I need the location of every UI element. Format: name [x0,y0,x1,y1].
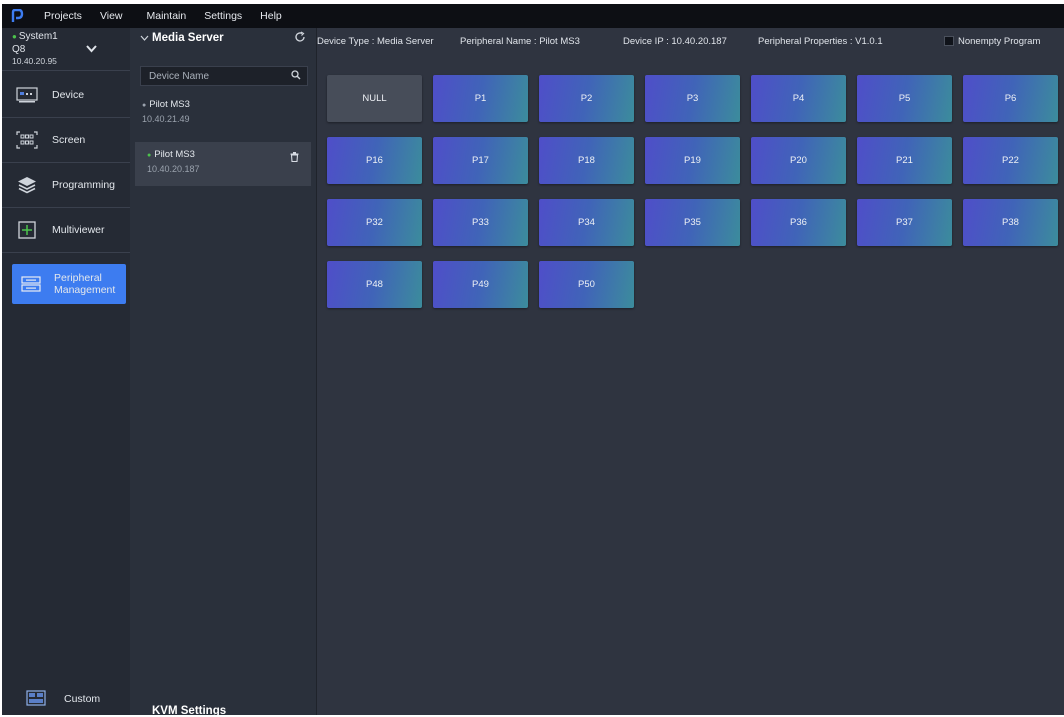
search-box [140,66,308,86]
program-tile[interactable]: P33 [433,199,528,246]
trash-icon[interactable] [290,152,299,165]
program-tile[interactable]: P34 [539,199,634,246]
custom-label: Custom [64,693,101,705]
custom-icon [26,689,46,709]
menu-projects[interactable]: Projects [44,10,82,22]
device-type-info: Device Type : Media Server [317,36,434,47]
nonempty-program-checkbox[interactable] [944,36,954,46]
program-tile[interactable]: P38 [963,199,1058,246]
program-tile[interactable]: P17 [433,137,528,184]
program-tile[interactable]: P1 [433,75,528,122]
chevron-down-icon[interactable] [86,42,97,56]
program-tile[interactable]: P32 [327,199,422,246]
nav-item-peripheral-management[interactable]: Peripheral Management [12,264,126,304]
program-tile[interactable]: P49 [433,261,528,308]
program-tile[interactable]: P21 [857,137,952,184]
device-list-item-selected[interactable]: ● Pilot MS3 10.40.20.187 [135,142,311,186]
nav-item-multiviewer[interactable]: Multiviewer [2,208,130,253]
menu-maintain[interactable]: Maintain [147,10,187,22]
program-tile[interactable]: P6 [963,75,1058,122]
program-tile[interactable]: P36 [751,199,846,246]
system-ip: 10.40.20.95 [12,56,57,66]
nav-item-programming[interactable]: Programming [2,163,130,208]
search-icon[interactable] [291,70,301,83]
peripheral-info-bar: Device Type : Media Server Peripheral Na… [317,28,1064,54]
device-name: Pilot MS3 [149,99,190,110]
device-ip: 10.40.20.187 [147,164,200,174]
program-tile[interactable]: P19 [645,137,740,184]
left-nav: ● System1 Q8 10.40.20.95 Device Screen P… [2,28,130,715]
device-name-row: ● Pilot MS3 [142,99,190,110]
device-ip-info: Device IP : 10.40.20.187 [623,36,727,47]
search-input[interactable] [147,70,291,83]
nav-item-label: Peripheral Management [54,272,116,296]
program-tile[interactable]: P2 [539,75,634,122]
device-name: Pilot MS3 [154,149,195,160]
program-tile[interactable]: P20 [751,137,846,184]
app-logo [11,9,24,22]
chevron-down-icon [140,35,149,41]
multiviewer-icon [16,221,38,239]
program-tile[interactable]: P3 [645,75,740,122]
peripheral-icon [20,275,42,293]
device-name-row: ● Pilot MS3 [147,149,195,160]
nav-item-device[interactable]: Device [2,73,130,118]
device-type-title: Media Server [152,32,224,44]
program-tile[interactable]: P22 [963,137,1058,184]
program-tile[interactable]: P4 [751,75,846,122]
device-list-header: Media Server [130,28,316,48]
status-dot: ● [147,152,152,159]
nav-item-label: Programming [52,179,116,191]
menu-view[interactable]: View [100,10,123,22]
device-ip: 10.40.21.49 [142,114,190,124]
layers-icon [16,176,38,194]
device-list-panel: Media Server ●Pilot MS3 10.40.21.49 ●Pil… [130,28,317,717]
nav-item-label: Device [52,89,85,101]
device-type-dropdown[interactable]: Media Server [140,32,224,44]
program-tile[interactable]: P16 [327,137,422,184]
nav-item-screen[interactable]: Screen [2,118,130,163]
device-list-item[interactable]: ● Pilot MS3 10.40.21.49 [130,92,316,136]
system-name: System1 [18,31,58,42]
refresh-icon[interactable] [294,31,306,46]
program-tile[interactable]: P50 [539,261,634,308]
program-tile[interactable]: P35 [645,199,740,246]
program-tile[interactable]: P37 [857,199,952,246]
program-tile[interactable]: P5 [857,75,952,122]
system-selector[interactable]: ● System1 Q8 10.40.20.95 [2,28,130,71]
peripheral-name-info: Peripheral Name : Pilot MS3 [460,36,580,47]
nav-item-label: Multiviewer [52,224,105,236]
program-panel: Device Type : Media Server Peripheral Na… [317,28,1064,715]
menu-settings[interactable]: Settings [204,10,242,22]
menu-help[interactable]: Help [260,10,282,22]
peripheral-properties-info: Peripheral Properties : V1.0.1 [758,36,883,47]
device-icon [16,86,38,104]
status-dot: ● [142,102,147,109]
nav-item-custom[interactable]: Custom [2,685,130,713]
program-null-tile[interactable]: NULL [327,75,422,122]
system-name-row: ● System1 [12,31,58,42]
kvm-settings-button[interactable]: KVM Settings [152,705,226,717]
online-status-dot: ● [12,32,17,41]
nav-item-label: Screen [52,134,86,146]
system-model: Q8 [12,44,26,55]
program-tile[interactable]: P48 [327,261,422,308]
program-tile[interactable]: P18 [539,137,634,184]
nonempty-program-label: Nonempty Program [958,36,1041,47]
app-window: Projects View Maintain Settings Help ● Sy… [2,4,1064,717]
screen-icon [16,131,38,149]
menu-bar: Projects View Maintain Settings Help [2,4,1064,28]
